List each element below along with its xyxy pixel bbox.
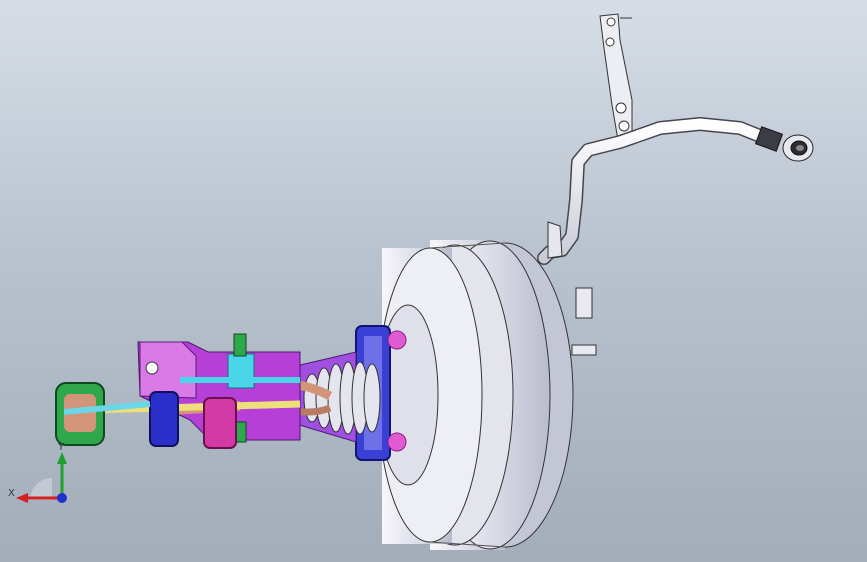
coordinate-triad: X Y bbox=[8, 442, 67, 503]
brake-booster-housing[interactable] bbox=[377, 240, 597, 550]
y-axis-label: Y bbox=[57, 442, 65, 453]
z-axis-dot bbox=[57, 493, 67, 503]
vacuum-hose[interactable] bbox=[537, 117, 777, 265]
pedal-bracket[interactable] bbox=[55, 333, 301, 449]
mounting-bracket[interactable] bbox=[599, 13, 633, 141]
hose-connector[interactable] bbox=[754, 126, 814, 162]
cad-model[interactable] bbox=[0, 0, 867, 562]
check-valve[interactable] bbox=[571, 287, 597, 356]
x-axis-label: X bbox=[8, 488, 15, 499]
graphics-viewport[interactable]: X Y bbox=[0, 0, 867, 562]
